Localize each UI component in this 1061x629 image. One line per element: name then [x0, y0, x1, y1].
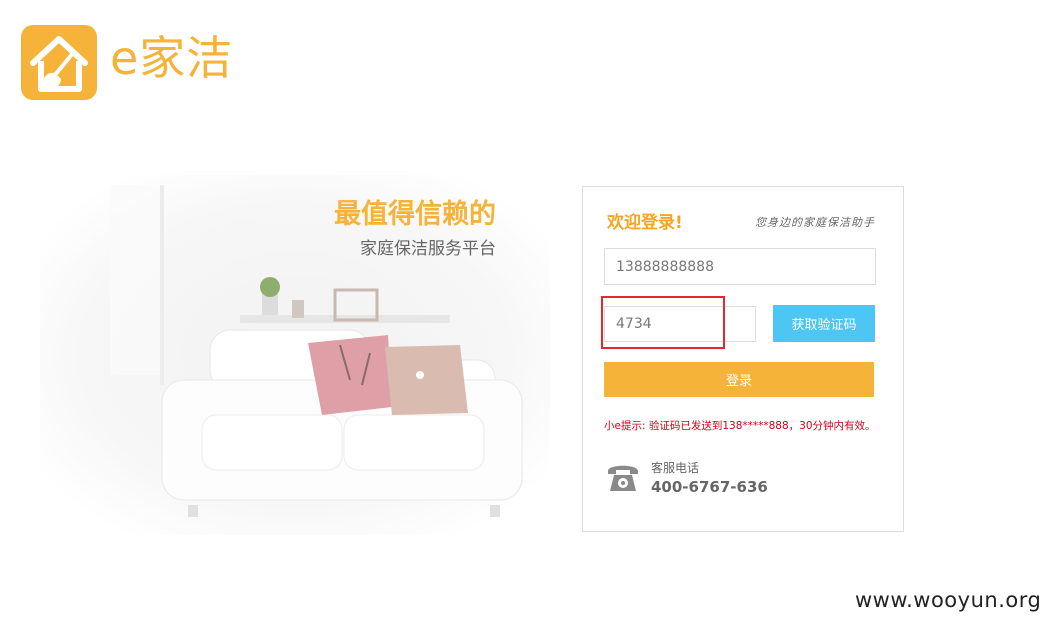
watermark-text: www.wooyun.org — [855, 588, 1042, 612]
get-code-button[interactable]: 获取验证码 — [773, 305, 875, 342]
login-button[interactable]: 登录 — [604, 362, 874, 397]
hero-title: 最值得信赖的 — [334, 199, 496, 230]
login-panel: 欢迎登录! 您身边的家庭保洁助手 获取验证码 登录 小e提示: 验证码已发送到1… — [582, 186, 904, 532]
brand-logo-icon — [21, 25, 97, 100]
slogan-text: 您身边的家庭保洁助手 — [755, 216, 875, 229]
hero-banner: 最值得信赖的 家庭保洁服务平台 — [40, 175, 550, 535]
telephone-icon — [608, 465, 638, 491]
welcome-heading: 欢迎登录! — [607, 213, 683, 233]
hint-message: 小e提示: 验证码已发送到138*****888，30分钟内有效。 — [604, 420, 876, 432]
house-broom-icon — [30, 36, 88, 92]
service-number: 400-6767-636 — [651, 478, 768, 496]
brand-logo-text: e家洁 — [110, 31, 234, 85]
hero-subtitle: 家庭保洁服务平台 — [360, 239, 496, 259]
phone-input[interactable] — [604, 248, 876, 285]
service-label: 客服电话 — [651, 461, 700, 475]
verification-code-input[interactable] — [604, 306, 756, 342]
